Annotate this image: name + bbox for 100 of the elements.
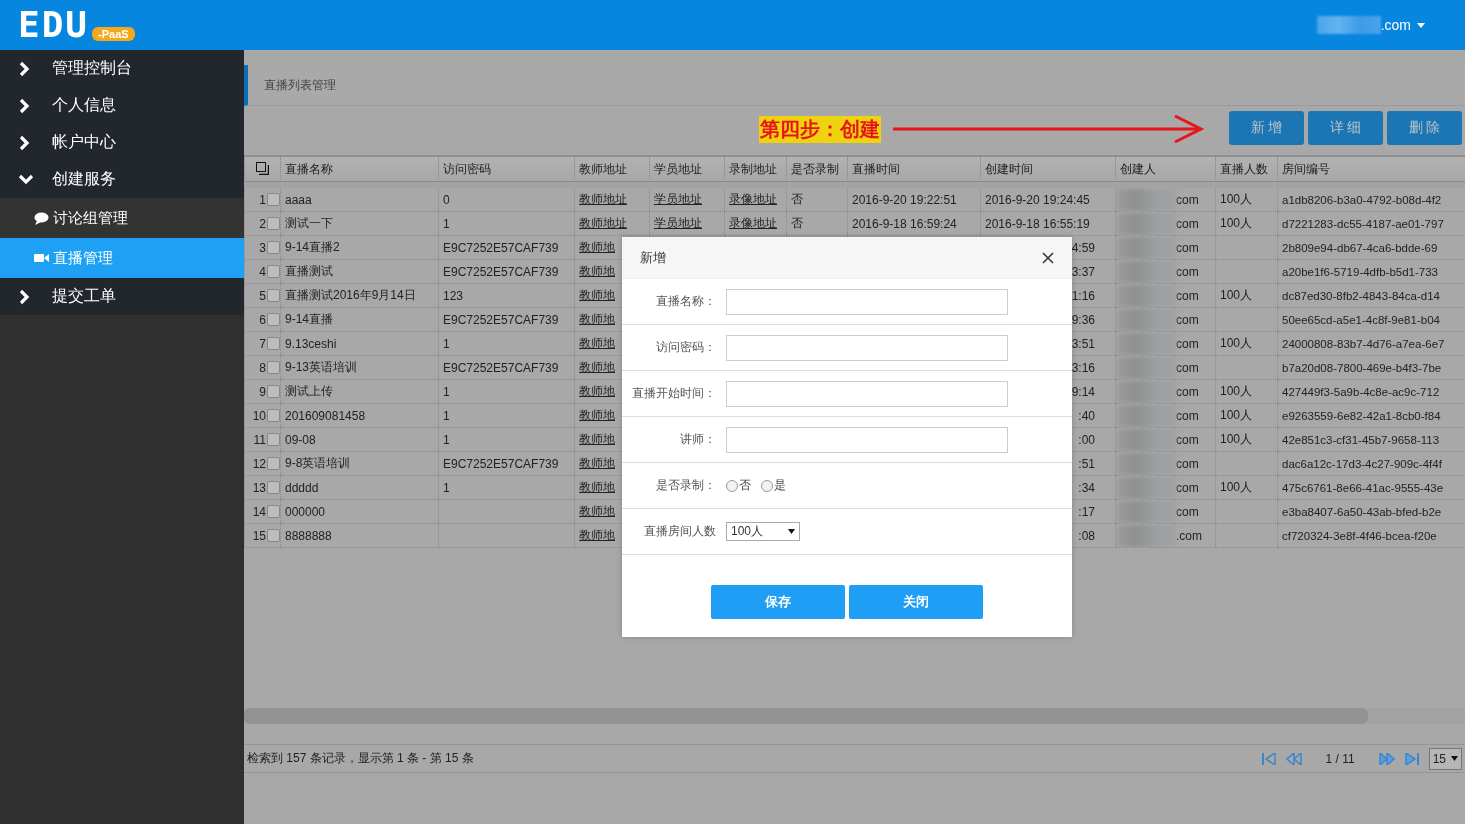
table-link[interactable]: 学员地址 <box>654 192 702 206</box>
row-checkbox[interactable] <box>267 337 280 350</box>
nav-item[interactable]: 提交工单 <box>0 278 244 315</box>
table-cell: E9C7252E57CAF739 <box>443 264 559 279</box>
table-cell: 否 <box>791 216 803 230</box>
table-link[interactable]: 教师地 <box>579 504 615 518</box>
caret-icon <box>788 529 795 534</box>
table-link[interactable]: 教师地 <box>579 408 615 422</box>
row-checkbox[interactable] <box>267 457 280 470</box>
table-link[interactable]: 教师地 <box>579 384 615 398</box>
table-link[interactable]: 教师地 <box>579 288 615 302</box>
table-cell: e9263559-6e82-42a1-8cb0-f84 <box>1282 409 1441 422</box>
table-cell: cf720324-3e8f-4f46-bcea-f20e <box>1282 529 1437 542</box>
row-checkbox[interactable] <box>267 481 280 494</box>
field-label: 讲师： <box>679 431 716 448</box>
row-checkbox[interactable] <box>267 433 280 446</box>
table-cell: 4:59 <box>1071 240 1095 255</box>
row-checkbox[interactable] <box>267 313 280 326</box>
table-cell: aaaa <box>285 192 312 207</box>
table-link[interactable]: 教师地 <box>579 336 615 350</box>
column-header[interactable]: 创建时间 <box>985 162 1033 176</box>
row-checkbox[interactable] <box>267 385 280 398</box>
row-number: 11 <box>253 432 266 447</box>
row-number: 10 <box>252 408 266 423</box>
nav-item[interactable]: 帐户中心 <box>0 124 244 161</box>
first-page-icon[interactable] <box>1261 752 1276 765</box>
select-field[interactable]: 100人 <box>726 522 800 541</box>
table-cell: com <box>1176 456 1199 471</box>
row-number: 1 <box>259 192 266 207</box>
table-link[interactable]: 教师地 <box>579 360 615 374</box>
caret-icon <box>1451 756 1458 761</box>
radio-option[interactable]: 否 <box>726 477 751 494</box>
table-cell: a20be1f6-5719-4dfb-b5d1-733 <box>1282 265 1439 278</box>
column-header[interactable]: 直播名称 <box>285 162 333 176</box>
column-header[interactable]: 房间编号 <box>1282 162 1330 176</box>
next-page-icon[interactable] <box>1378 752 1395 765</box>
table-cell: 测试上传 <box>285 384 333 398</box>
table-link[interactable]: 教师地 <box>579 432 615 446</box>
column-header[interactable]: 创建人 <box>1120 162 1156 176</box>
table-link[interactable]: 学员地址 <box>654 216 702 230</box>
radio-option[interactable]: 是 <box>761 477 786 494</box>
table-cell: dc87ed30-8fb2-4843-84ca-d14 <box>1282 289 1440 302</box>
scrollbar-thumb[interactable] <box>244 708 1368 724</box>
select-all-icon[interactable] <box>256 161 269 175</box>
table-link[interactable]: 教师地 <box>579 312 615 326</box>
table-cell: com <box>1176 312 1199 327</box>
row-checkbox[interactable] <box>267 217 280 230</box>
user-menu[interactable]: .com <box>1380 17 1411 33</box>
caret-icon[interactable] <box>1417 22 1425 28</box>
close-icon[interactable] <box>1042 251 1054 264</box>
row-number: 2 <box>259 216 266 231</box>
table-cell: :17 <box>1078 504 1095 519</box>
table-link[interactable]: 教师地 <box>579 456 615 470</box>
nav-item[interactable]: 管理控制台 <box>0 50 244 87</box>
table-cell: com <box>1176 480 1199 495</box>
table-link[interactable]: 教师地 <box>579 480 615 494</box>
table-link[interactable]: 教师地 <box>579 264 615 278</box>
row-checkbox[interactable] <box>267 265 280 278</box>
row-checkbox[interactable] <box>267 505 280 518</box>
input-field[interactable] <box>726 380 1008 407</box>
table-cell: 42e851c3-cf31-45b7-9658-113 <box>1282 433 1440 446</box>
table-cell: 50ee65cd-a5e1-4c8f-9e81-b04 <box>1282 313 1440 326</box>
column-header[interactable]: 访问密码 <box>443 162 491 176</box>
table-cell: 100人 <box>1220 288 1253 302</box>
nav-item[interactable]: 创建服务 <box>0 161 244 198</box>
row-number: 6 <box>259 312 266 327</box>
table-cell: 8888888 <box>285 528 332 543</box>
table-cell: 100人 <box>1220 480 1253 494</box>
table-link[interactable]: 教师地 <box>579 528 615 542</box>
input-field[interactable] <box>726 426 1008 453</box>
row-checkbox[interactable] <box>267 241 280 254</box>
row-number: 3 <box>259 240 266 255</box>
row-checkbox[interactable] <box>267 361 280 374</box>
table-cell: com <box>1176 336 1199 351</box>
page-size-select[interactable]: 15 <box>1428 747 1462 770</box>
table-link[interactable]: 教师地址 <box>579 192 627 206</box>
table-cell: 000000 <box>285 504 326 519</box>
table-link[interactable]: 录像地址 <box>729 192 777 206</box>
table-cell: 3:16 <box>1071 360 1095 375</box>
table-link[interactable]: 录像地址 <box>729 216 777 230</box>
table-cell: com <box>1176 384 1199 399</box>
previous-page-icon[interactable] <box>1285 752 1302 765</box>
table-cell: dac6a12c-17d3-4c27-909c-4f4f <box>1282 457 1442 470</box>
input-field[interactable] <box>726 288 1008 315</box>
table-link[interactable]: 教师地 <box>579 240 615 254</box>
table-link[interactable]: 教师地址 <box>579 216 627 230</box>
blurred-email <box>1116 452 1176 475</box>
row-checkbox[interactable] <box>267 409 280 422</box>
row-checkbox[interactable] <box>267 529 280 542</box>
table-cell: d7221283-dc55-4187-ae01-797 <box>1282 217 1444 230</box>
nav-item[interactable]: 个人信息 <box>0 87 244 124</box>
nav-subitem[interactable]: 讨论组管理 <box>0 198 244 238</box>
row-checkbox[interactable] <box>267 193 280 206</box>
table-cell: :00 <box>1078 432 1095 447</box>
breadcrumb: 直播列表管理 <box>264 76 336 94</box>
table-cell: 1 <box>443 216 450 231</box>
column-header[interactable]: 直播时间 <box>852 162 900 176</box>
row-checkbox[interactable] <box>267 289 280 302</box>
last-page-icon[interactable] <box>1404 752 1419 765</box>
input-field[interactable] <box>726 334 1008 361</box>
